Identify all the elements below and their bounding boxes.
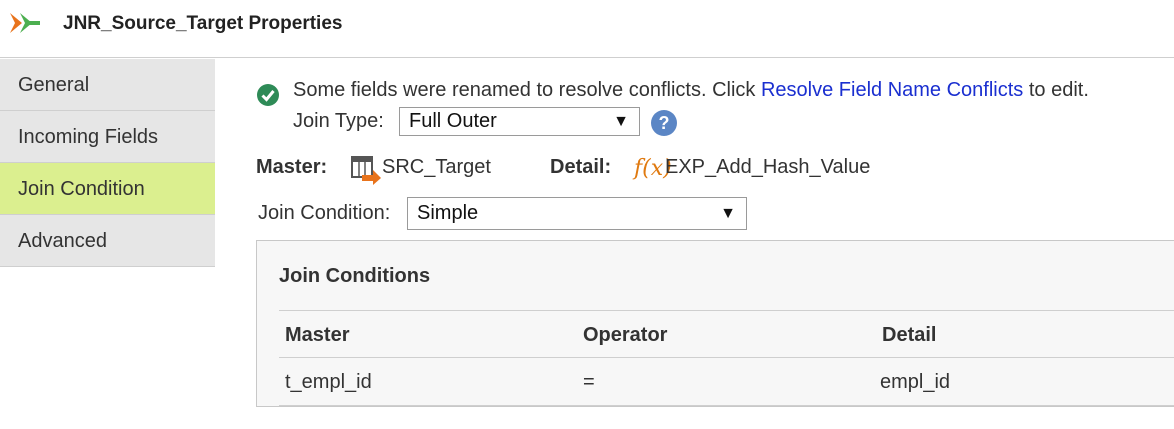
table-header-row: Master Operator Detail bbox=[279, 310, 1174, 358]
message-text-after: to edit. bbox=[1023, 79, 1089, 101]
table-row[interactable]: t_empl_id = empl_id bbox=[279, 358, 1174, 406]
join-type-label: Join Type: bbox=[293, 110, 384, 132]
column-header-operator: Operator bbox=[583, 324, 668, 346]
join-condition-select[interactable]: Simple ▼ bbox=[407, 197, 747, 230]
title-bar: JNR_Source_Target Properties bbox=[0, 0, 1174, 58]
master-label: Master: bbox=[256, 156, 328, 178]
sidebar: General Incoming Fields Join Condition A… bbox=[0, 59, 215, 267]
conflict-message: Some fields were renamed to resolve conf… bbox=[293, 79, 1089, 102]
resolve-conflicts-link[interactable]: Resolve Field Name Conflicts bbox=[761, 79, 1023, 101]
check-circle-icon bbox=[257, 84, 279, 106]
sidebar-item-join-condition[interactable]: Join Condition bbox=[0, 163, 215, 215]
sidebar-item-general[interactable]: General bbox=[0, 59, 215, 111]
chevron-down-icon: ▼ bbox=[720, 205, 736, 222]
join-conditions-table: Master Operator Detail t_empl_id = empl_… bbox=[279, 310, 1174, 406]
joiner-icon bbox=[10, 13, 40, 33]
column-header-master: Master bbox=[285, 324, 350, 346]
master-detail-row: Master: SRC_Target Detail: f(x) EXP_Add_… bbox=[256, 156, 956, 185]
cell-master-field[interactable]: t_empl_id bbox=[285, 358, 372, 406]
join-type-value: Full Outer bbox=[409, 110, 497, 132]
master-name: SRC_Target bbox=[382, 156, 491, 178]
source-table-icon bbox=[351, 156, 381, 185]
join-conditions-panel: Join Conditions Master Operator Detail t… bbox=[256, 240, 1174, 407]
column-header-detail: Detail bbox=[882, 324, 937, 346]
detail-name: EXP_Add_Hash_Value bbox=[665, 156, 871, 178]
svg-text:?: ? bbox=[659, 113, 670, 133]
main-content: Some fields were renamed to resolve conf… bbox=[256, 59, 1174, 429]
sidebar-item-incoming-fields[interactable]: Incoming Fields bbox=[0, 111, 215, 163]
page-title: JNR_Source_Target Properties bbox=[63, 13, 343, 34]
cell-operator[interactable]: = bbox=[583, 358, 595, 406]
sidebar-item-advanced[interactable]: Advanced bbox=[0, 215, 215, 267]
chevron-down-icon: ▼ bbox=[613, 113, 629, 130]
cell-detail-field[interactable]: empl_id bbox=[880, 358, 950, 406]
join-condition-value: Simple bbox=[417, 202, 479, 224]
detail-label: Detail: bbox=[550, 156, 612, 178]
join-condition-label: Join Condition: bbox=[258, 202, 391, 224]
panel-title: Join Conditions bbox=[279, 265, 431, 287]
join-type-select[interactable]: Full Outer ▼ bbox=[399, 107, 640, 136]
message-text-before: Some fields were renamed to resolve conf… bbox=[293, 79, 761, 101]
help-icon[interactable]: ? bbox=[650, 109, 678, 137]
